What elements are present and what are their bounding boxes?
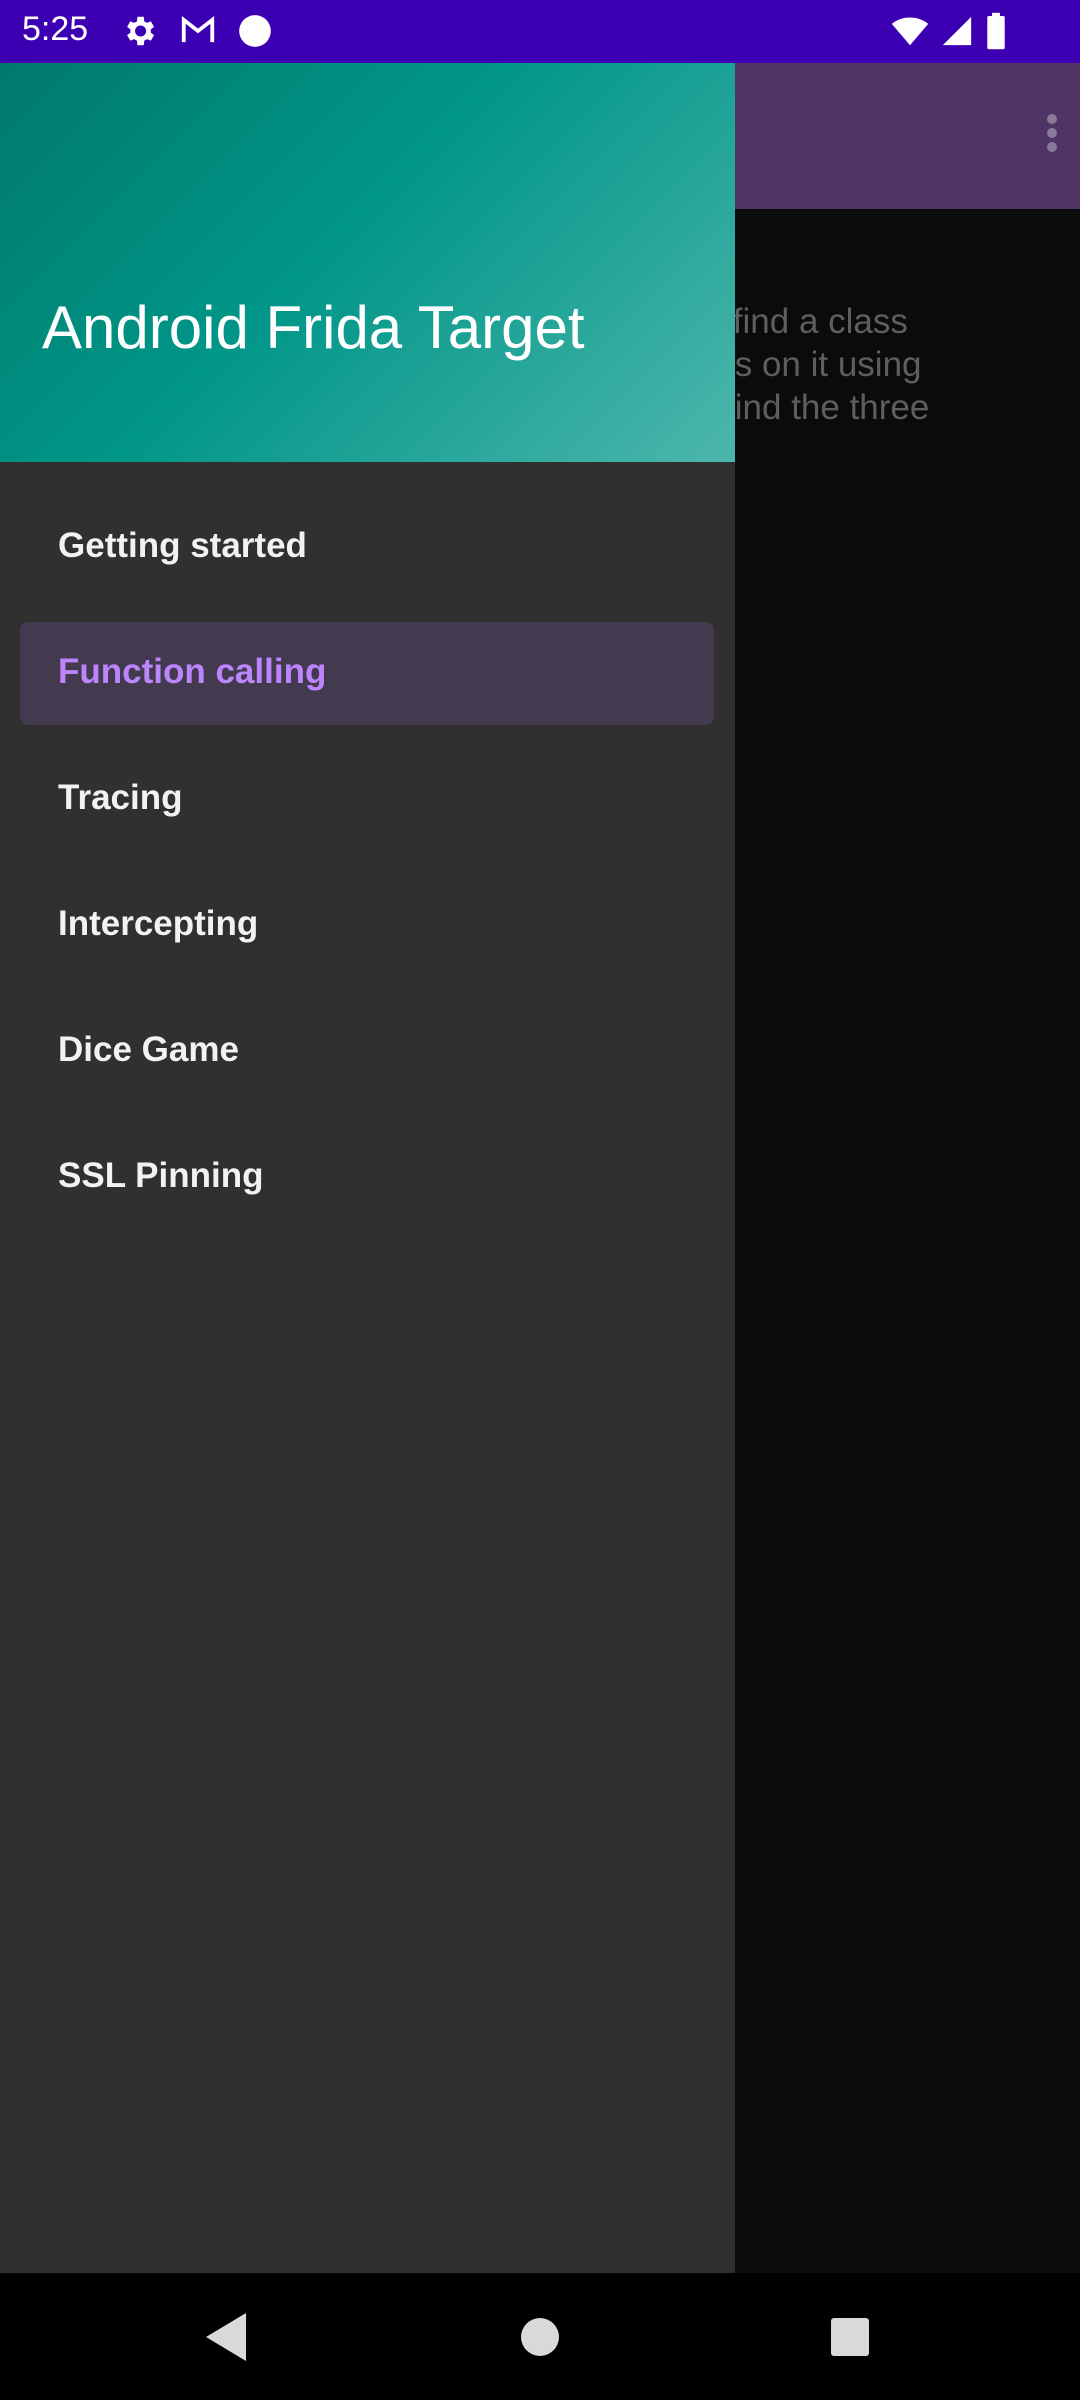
gmail-icon <box>181 16 215 43</box>
menu-item-label: Intercepting <box>58 904 259 943</box>
circle-notification-icon <box>239 15 271 47</box>
menu-item-function-calling[interactable]: Function calling <box>20 622 714 725</box>
home-icon[interactable] <box>512 2309 568 2365</box>
navigation-drawer: Android Frida Target Getting started Fun… <box>0 63 735 2273</box>
screen: an you find a class methods on it using … <box>0 0 1080 2400</box>
status-time: 5:25 <box>22 10 89 48</box>
drawer-header: Android Frida Target <box>0 63 735 462</box>
menu-item-label: Getting started <box>58 526 307 565</box>
back-icon[interactable] <box>198 2309 254 2365</box>
system-nav-bar <box>0 2273 1080 2400</box>
menu-item-label: SSL Pinning <box>58 1156 264 1195</box>
status-bar: 5:25 <box>0 0 1080 63</box>
menu-item-intercepting[interactable]: Intercepting <box>20 874 714 977</box>
menu-item-ssl-pinning[interactable]: SSL Pinning <box>20 1126 714 1229</box>
recents-icon[interactable] <box>822 2309 878 2365</box>
battery-icon <box>987 12 1005 50</box>
menu-item-dice-game[interactable]: Dice Game <box>20 1000 714 1103</box>
gear-icon <box>127 16 155 46</box>
menu-item-getting-started[interactable]: Getting started <box>20 496 714 599</box>
cell-signal-icon <box>942 16 972 46</box>
wifi-icon <box>891 17 929 46</box>
menu-item-label: Tracing <box>58 778 183 817</box>
overflow-menu-icon[interactable] <box>1010 103 1070 163</box>
menu-item-label: Function calling <box>58 652 327 691</box>
drawer-title: Android Frida Target <box>42 294 585 361</box>
menu-item-label: Dice Game <box>58 1030 239 1069</box>
menu-item-tracing[interactable]: Tracing <box>20 748 714 851</box>
